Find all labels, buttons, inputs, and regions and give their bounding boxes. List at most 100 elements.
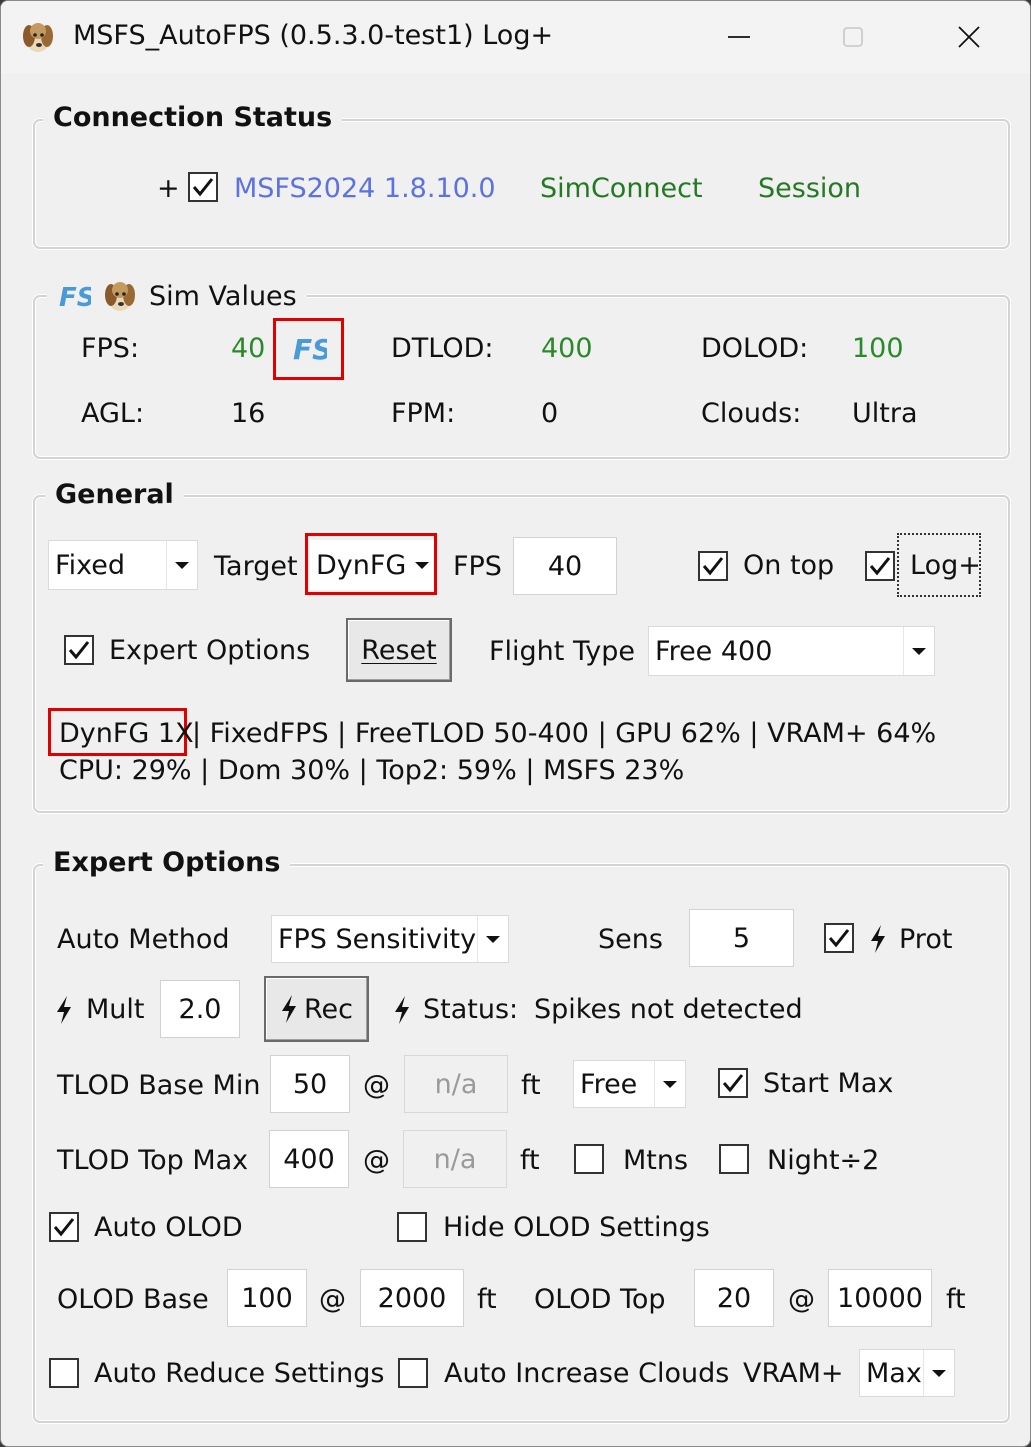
olod-top-alt-input[interactable]: 10000 (828, 1269, 932, 1327)
status-label: Status: (423, 994, 519, 1025)
simconnect-status: SimConnect (540, 173, 703, 204)
log-checkbox[interactable] (865, 551, 895, 581)
rec-button-label: Rec (303, 993, 353, 1025)
checkmark-icon (722, 1074, 744, 1093)
start-max-label[interactable]: Start Max (763, 1068, 893, 1099)
vram-select[interactable]: Max (859, 1349, 955, 1397)
mult-input[interactable]: 2.0 (160, 980, 240, 1038)
auto-method-value: FPS Sensitivity (278, 923, 477, 955)
status-line-2: CPU: 29% | Dom 30% | Top2: 59% | MSFS 23… (59, 755, 685, 786)
checkmark-icon (68, 641, 90, 660)
chevron-down-icon (410, 540, 434, 590)
tlod-top-max-input[interactable]: 400 (269, 1130, 349, 1188)
tlod-base-mode-select[interactable]: Free (573, 1060, 686, 1108)
maximize-icon (843, 27, 863, 47)
status-value: Spikes not detected (534, 994, 803, 1025)
fs-logo-icon: FS (293, 333, 327, 366)
auto-reduce-label[interactable]: Auto Reduce Settings (94, 1358, 384, 1389)
ft-label: ft (521, 1070, 541, 1101)
auto-increase-label[interactable]: Auto Increase Clouds (444, 1358, 729, 1389)
on-top-label[interactable]: On top (743, 550, 834, 581)
night-checkbox[interactable] (719, 1144, 749, 1174)
agl-value: 16 (231, 398, 266, 429)
olod-top-input[interactable]: 20 (694, 1269, 774, 1327)
maximize-button[interactable] (805, 1, 901, 73)
olod-top-label: OLOD Top (534, 1284, 666, 1315)
lightning-icon (871, 925, 885, 953)
at-label: @ (788, 1284, 815, 1315)
mode-select[interactable]: Fixed (48, 540, 198, 590)
night-label[interactable]: Night÷2 (767, 1145, 879, 1176)
expert-options-label[interactable]: Expert Options (109, 635, 310, 666)
dog-icon (23, 23, 53, 52)
auto-method-label: Auto Method (57, 924, 230, 955)
checkmark-icon (702, 557, 724, 576)
chevron-down-icon (923, 1350, 954, 1396)
lightning-icon (395, 996, 409, 1024)
dolod-label: DOLOD: (701, 333, 809, 364)
flight-type-select[interactable]: Free 400 (648, 626, 935, 676)
olod-base-label: OLOD Base (57, 1284, 209, 1315)
chevron-down-icon (477, 916, 508, 962)
target-select-value: DynFG (316, 549, 407, 581)
clouds-label: Clouds: (701, 398, 802, 429)
mtns-label[interactable]: Mtns (623, 1145, 688, 1176)
chevron-down-icon (166, 541, 197, 589)
expert-options-title: Expert Options (43, 847, 291, 878)
fs-logo-icon: FS (59, 283, 91, 313)
vram-value: Max (866, 1357, 922, 1389)
tlod-base-min-alt-input[interactable]: n/a (404, 1055, 508, 1113)
chevron-down-icon (903, 627, 934, 675)
hide-olod-checkbox[interactable] (397, 1212, 427, 1242)
title-bar[interactable]: MSFS_AutoFPS (0.5.3.0-test1) Log+ (1, 1, 1030, 73)
fps-value: 40 (231, 333, 266, 364)
at-label: @ (319, 1284, 346, 1315)
hide-olod-label[interactable]: Hide OLOD Settings (443, 1212, 710, 1243)
sens-input[interactable]: 5 (689, 909, 794, 967)
olod-base-input[interactable]: 100 (227, 1269, 307, 1327)
auto-olod-checkbox[interactable] (49, 1212, 79, 1242)
vram-label: VRAM+ (743, 1358, 844, 1389)
tlod-base-min-input[interactable]: 50 (270, 1055, 350, 1113)
fps-target-input[interactable]: 40 (513, 537, 617, 595)
auto-olod-label[interactable]: Auto OLOD (94, 1212, 243, 1243)
minimize-button[interactable] (691, 1, 787, 73)
reset-button[interactable]: Reset (346, 618, 452, 682)
expert-options-checkbox[interactable] (64, 635, 94, 665)
connection-status-title: Connection Status (43, 102, 343, 133)
close-button[interactable] (921, 1, 1017, 73)
fps-label: FPS: (81, 333, 140, 364)
general-title: General (45, 479, 184, 510)
rec-button[interactable]: Rec (264, 976, 369, 1042)
checkmark-icon (828, 929, 850, 948)
olod-base-alt-input[interactable]: 2000 (360, 1269, 464, 1327)
ft-label: ft (946, 1284, 966, 1315)
tlod-base-mode-value: Free (580, 1068, 638, 1100)
on-top-checkbox[interactable] (698, 551, 728, 581)
mtns-checkbox[interactable] (574, 1144, 604, 1174)
svg-text:FS: FS (59, 283, 91, 313)
clouds-value: Ultra (852, 398, 918, 429)
tlod-base-min-label: TLOD Base Min (57, 1070, 261, 1101)
sim-checkbox[interactable] (188, 172, 218, 202)
app-window: MSFS_AutoFPS (0.5.3.0-test1) Log+ Connec… (0, 0, 1031, 1447)
auto-method-select[interactable]: FPS Sensitivity (271, 915, 509, 963)
sens-label: Sens (598, 924, 663, 955)
checkmark-icon (192, 178, 214, 197)
dtlod-value: 400 (541, 333, 593, 364)
fpm-value: 0 (541, 398, 559, 429)
auto-reduce-checkbox[interactable] (49, 1358, 79, 1388)
sim-version-link[interactable]: MSFS2024 1.8.10.0 (234, 173, 496, 204)
svg-text:FS: FS (293, 333, 327, 366)
tlod-top-max-alt-input[interactable]: n/a (403, 1130, 507, 1188)
mode-select-value: Fixed (55, 549, 125, 581)
sim-values-title: Sim Values (149, 280, 297, 312)
start-max-checkbox[interactable] (718, 1068, 748, 1098)
auto-increase-checkbox[interactable] (398, 1358, 428, 1388)
plus-label: + (157, 173, 180, 204)
close-icon (958, 26, 980, 48)
prot-label[interactable]: Prot (899, 924, 952, 955)
log-label[interactable]: Log+ (910, 550, 981, 581)
prot-checkbox[interactable] (824, 923, 854, 953)
target-select[interactable]: DynFG (310, 540, 434, 590)
